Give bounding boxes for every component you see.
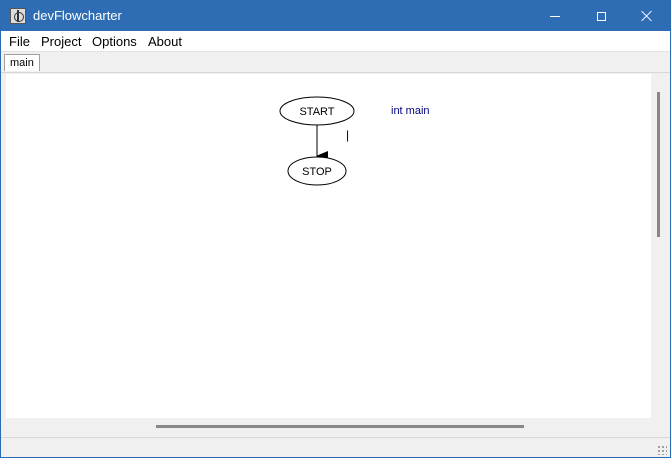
status-bar [1,437,670,457]
stop-label: STOP [302,166,332,178]
tab-strip: main [1,52,670,73]
menu-project[interactable]: Project [41,34,81,49]
vertical-scroll-thumb[interactable] [657,92,660,237]
flowchart-canvas[interactable]: START | int main STOP [6,74,651,418]
resize-grip-icon[interactable] [657,445,667,455]
stop-block[interactable]: STOP [287,156,347,186]
start-label: START [299,106,334,118]
app-window: devFlowcharter File Project Options Abou… [0,0,671,458]
maximize-icon [596,11,606,21]
start-block[interactable]: START [279,96,355,126]
function-header[interactable]: int main [391,105,430,117]
menu-about[interactable]: About [148,34,182,49]
text-cursor: | [346,128,349,142]
window-title: devFlowcharter [33,8,122,23]
menu-options[interactable]: Options [92,34,137,49]
close-button[interactable] [624,1,670,31]
menu-bar: File Project Options About [1,31,670,52]
maximize-button[interactable] [578,1,624,31]
minimize-button[interactable] [532,1,578,31]
app-icon[interactable] [10,8,26,24]
close-icon [641,10,653,22]
menu-file[interactable]: File [9,34,30,49]
horizontal-scroll-thumb[interactable] [156,425,524,428]
title-bar[interactable]: devFlowcharter [1,1,670,31]
minimize-icon [550,15,560,17]
flowchart-diagram: START | int main STOP [279,96,430,186]
tab-main[interactable]: main [4,54,40,71]
horizontal-scrollbar[interactable] [6,418,651,435]
vertical-scrollbar[interactable] [651,74,668,418]
